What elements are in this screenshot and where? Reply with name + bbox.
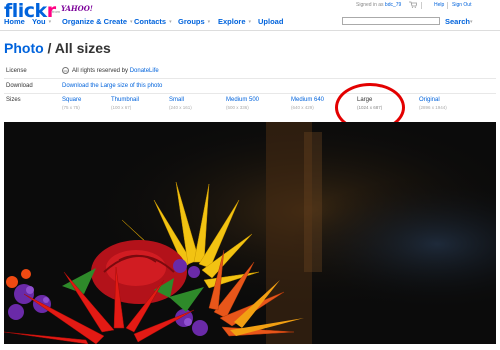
nav-contacts[interactable]: Contacts ▾ [134,17,172,26]
size-option-small[interactable]: Small (240 x 161) [169,97,192,110]
size-dimensions: (640 x 429) [291,105,314,110]
photo-link[interactable]: Photo [4,40,44,56]
divider [421,2,422,9]
download-link[interactable]: Download the Large size of this photo [62,83,162,89]
caret-down-icon[interactable]: ▾ [169,19,172,25]
cart-icon[interactable] [409,1,417,8]
sign-out-link[interactable]: Sign Out [452,2,471,8]
caret-down-icon[interactable]: ▾ [208,19,211,25]
nav-explore[interactable]: Explore ▾ [218,17,251,26]
divider [447,2,448,9]
size-name: Square [62,97,82,103]
caret-down-icon[interactable]: ▾ [130,19,133,25]
yahoo-logo: YAHOO! [61,4,93,13]
sizes-label: Sizes [6,97,21,103]
size-name: Thumbnail [111,97,140,103]
caret-down-icon[interactable]: ▾ [470,19,473,25]
size-dimensions: (75 x 75) [62,105,80,110]
page-title: Photo / All sizes [4,40,111,56]
search-button[interactable]: Search [445,17,470,26]
nav-divider [0,30,500,31]
license-text: All rights reserved by DonateLife [72,68,159,74]
photo-image [4,122,496,344]
caret-down-icon[interactable]: ▾ [49,19,52,25]
size-option-thumbnail[interactable]: Thumbnail (100 x 67) [111,97,139,110]
username-link[interactable]: bdc_79 [385,2,401,8]
size-name: Medium 500 [226,97,260,103]
size-dimensions: (100 x 67) [111,105,132,110]
license-row: License cc All rights reserved by Donate… [4,64,496,79]
nav-label: Organize & Create [62,17,128,26]
nav-organize-create[interactable]: Organize & Create ▾ [62,17,133,26]
size-dimensions: (2896 x 1944) [419,105,447,110]
copyright-icon: cc [62,67,69,74]
size-dimensions: (240 x 161) [169,105,192,110]
owner-link[interactable]: DonateLife [130,68,159,74]
nav-label: Home [4,17,25,26]
download-row: Download Download the Large size of this… [4,79,496,94]
flower-photo [4,122,496,344]
search-input[interactable] [342,17,440,25]
caret-down-icon[interactable]: ▾ [249,19,252,25]
nav-label: Contacts [134,17,167,26]
license-label: License [6,68,27,74]
nav-label: Upload [258,17,284,26]
nav-home[interactable]: Home [4,17,25,26]
size-option-medium-500[interactable]: Medium 500 (500 x 336) [226,97,259,110]
signed-in-text: Signed in as bdc_79 [356,2,401,8]
size-option-square[interactable]: Square (75 x 75) [62,97,81,110]
nav-label: You [32,17,46,26]
nav-you[interactable]: You ▾ [32,17,51,26]
size-name: Small [169,97,185,103]
nav-label: Explore [218,17,246,26]
signed-in-prefix: Signed in as [356,2,384,8]
size-option-medium-640[interactable]: Medium 640 (640 x 429) [291,97,324,110]
nav-groups[interactable]: Groups ▾ [178,17,210,26]
nav-upload[interactable]: Upload [258,17,283,26]
from-label: from [52,9,60,14]
help-link[interactable]: Help [434,2,444,8]
size-dimensions: (500 x 336) [226,105,249,110]
download-label: Download [6,83,33,89]
title-text: / All sizes [43,40,111,56]
size-option-original[interactable]: Original (2896 x 1944) [419,97,447,110]
size-name: Original [419,97,440,103]
license-prefix: All rights reserved by [72,68,129,74]
nav-label: Groups [178,17,205,26]
size-name: Medium 640 [291,97,325,103]
